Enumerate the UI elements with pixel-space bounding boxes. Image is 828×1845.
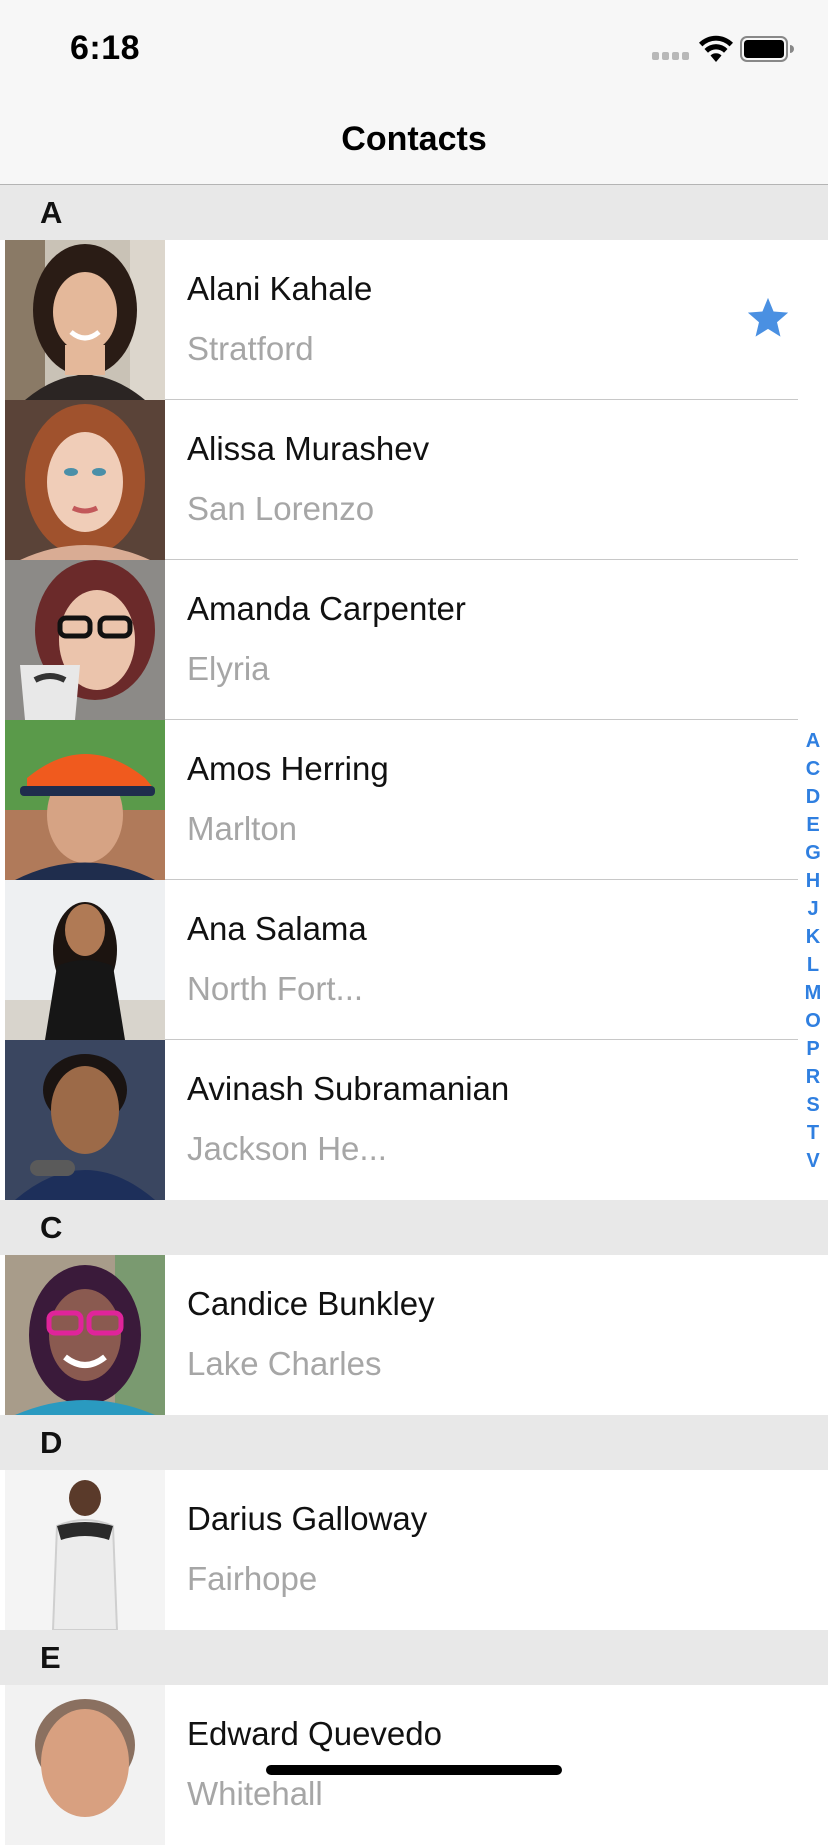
contact-city: Lake Charles — [187, 1345, 382, 1382]
contact-city: San Lorenzo — [187, 490, 375, 527]
section-header-e: E — [0, 1630, 828, 1685]
avatar — [5, 720, 165, 880]
contact-city: North Fort... — [187, 970, 364, 1007]
index-letter-t[interactable]: T — [798, 1119, 828, 1147]
home-indicator[interactable] — [266, 1765, 562, 1775]
contact-city: Whitehall — [187, 1775, 323, 1812]
section-header-c: C — [0, 1200, 828, 1255]
contact-row[interactable]: Alissa Murashev San Lorenzo — [0, 400, 828, 560]
index-letter-r[interactable]: R — [798, 1063, 828, 1091]
signal-icon — [652, 52, 692, 62]
avatar — [5, 1255, 165, 1415]
battery-icon — [740, 36, 794, 62]
favorite-star-icon[interactable] — [745, 295, 791, 341]
contact-name: Candice Bunkley — [187, 1285, 435, 1322]
avatar — [5, 560, 165, 720]
contact-name: Alissa Murashev — [187, 430, 430, 467]
index-letter-c[interactable]: C — [798, 755, 828, 783]
index-letter-m[interactable]: M — [798, 979, 828, 1007]
section-letter: D — [40, 1425, 63, 1460]
contact-row[interactable]: Amanda Carpenter Elyria — [0, 560, 828, 720]
avatar — [5, 1040, 165, 1200]
avatar — [5, 400, 165, 560]
section-index-bar[interactable]: A C D E G H J K L M O P R S T V — [798, 727, 828, 1175]
contact-city: Marlton — [187, 810, 298, 847]
contact-name: Darius Galloway — [187, 1500, 428, 1537]
index-letter-a[interactable]: A — [798, 727, 828, 755]
index-letter-h[interactable]: H — [798, 867, 828, 895]
avatar — [5, 1470, 165, 1630]
index-letter-k[interactable]: K — [798, 923, 828, 951]
avatar — [5, 1685, 165, 1845]
index-letter-l[interactable]: L — [798, 951, 828, 979]
wifi-icon — [699, 35, 733, 62]
avatar — [5, 240, 165, 400]
section-header-d: D — [0, 1415, 828, 1470]
contact-row[interactable]: Ana Salama North Fort... — [0, 880, 828, 1040]
contact-row[interactable]: Candice Bunkley Lake Charles — [0, 1255, 828, 1415]
avatar — [5, 880, 165, 1040]
section-letter: A — [40, 195, 63, 230]
navigation-bar: Contacts — [0, 100, 828, 185]
index-letter-s[interactable]: S — [798, 1091, 828, 1119]
contact-row[interactable]: Alani Kahale Stratford — [0, 240, 828, 400]
section-header-a: A — [0, 185, 828, 240]
index-letter-o[interactable]: O — [798, 1007, 828, 1035]
contact-row[interactable]: Avinash Subramanian Jackson He... — [0, 1040, 828, 1200]
status-time: 6:18 — [70, 29, 141, 67]
contact-name: Avinash Subramanian — [187, 1070, 510, 1107]
index-letter-g[interactable]: G — [798, 839, 828, 867]
contact-name: Edward Quevedo — [187, 1715, 442, 1752]
contact-name: Ana Salama — [187, 910, 367, 947]
index-letter-d[interactable]: D — [798, 783, 828, 811]
contact-row[interactable]: Amos Herring Marlton — [0, 720, 828, 880]
index-letter-v[interactable]: V — [798, 1147, 828, 1175]
index-letter-j[interactable]: J — [798, 895, 828, 923]
contact-city: Jackson He... — [187, 1130, 387, 1167]
contact-city: Elyria — [187, 650, 270, 687]
index-letter-e[interactable]: E — [798, 811, 828, 839]
page-title: Contacts — [341, 120, 487, 158]
contact-city: Stratford — [187, 330, 314, 367]
contact-name: Amanda Carpenter — [187, 590, 466, 627]
status-bar: 6:18 — [0, 0, 828, 100]
contact-name: Alani Kahale — [187, 270, 373, 307]
contact-name: Amos Herring — [187, 750, 389, 787]
contact-list[interactable]: A Alani Kahale Stratford Alissa Murashev… — [0, 185, 828, 1845]
contact-row[interactable]: Darius Galloway Fairhope — [0, 1470, 828, 1630]
contact-city: Fairhope — [187, 1560, 318, 1597]
section-letter: C — [40, 1210, 63, 1245]
index-letter-p[interactable]: P — [798, 1035, 828, 1063]
section-letter: E — [40, 1640, 61, 1675]
